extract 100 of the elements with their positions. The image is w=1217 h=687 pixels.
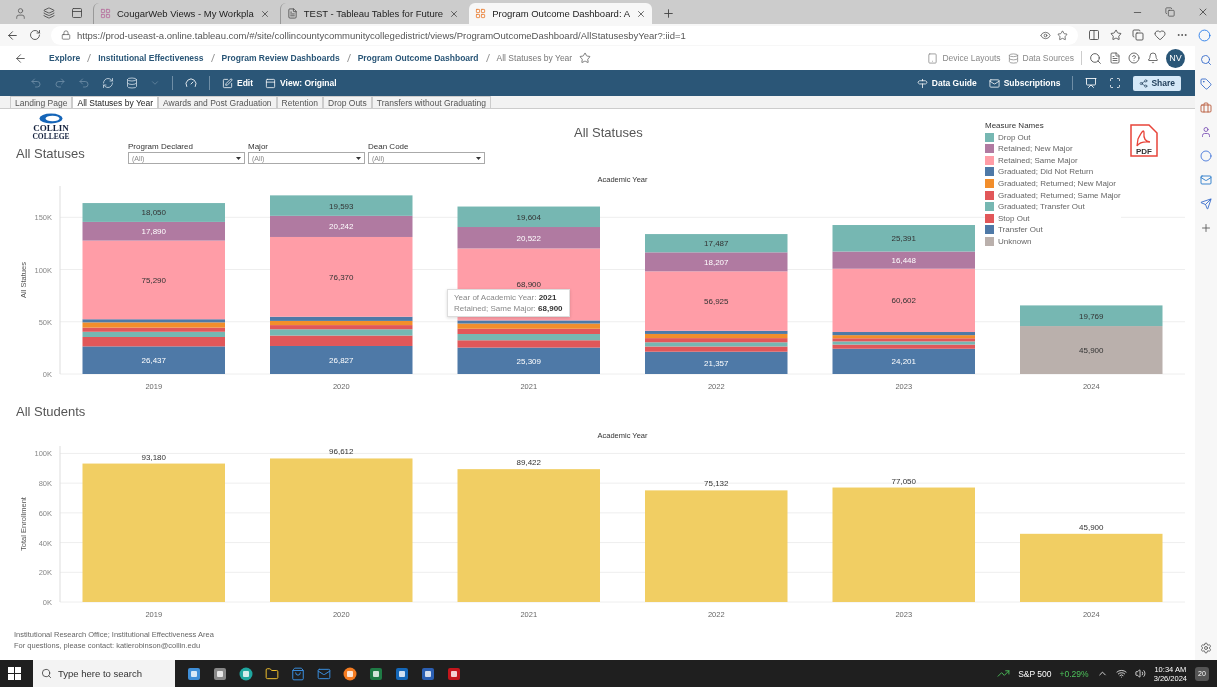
- briefcase-icon[interactable]: [1200, 102, 1212, 114]
- add-icon[interactable]: [1200, 222, 1212, 234]
- bar[interactable]: [82, 331, 225, 337]
- legend-label[interactable]: Unknown: [998, 236, 1032, 246]
- breadcrumb-link[interactable]: Explore: [49, 53, 81, 63]
- bar[interactable]: [270, 325, 413, 330]
- notes-icon[interactable]: [1109, 52, 1121, 64]
- volume-icon[interactable]: [1134, 668, 1146, 679]
- sheet-tab[interactable]: All Statuses by Year: [72, 96, 159, 108]
- bar[interactable]: [645, 338, 788, 343]
- profile-icon[interactable]: [14, 6, 27, 20]
- breadcrumb-link[interactable]: Program Outcome Dashboard: [357, 53, 479, 63]
- revert-icon[interactable]: [78, 77, 90, 89]
- bar[interactable]: [645, 234, 788, 253]
- close-icon[interactable]: [1197, 6, 1209, 18]
- bar[interactable]: [457, 206, 600, 227]
- header-action[interactable]: Data Sources: [1007, 52, 1074, 64]
- search-icon[interactable]: [1200, 54, 1212, 66]
- sheet-tab[interactable]: Drop Outs: [323, 96, 372, 108]
- share-button[interactable]: Share: [1133, 75, 1181, 91]
- legend-label[interactable]: Graduated; Transfer Out: [998, 202, 1085, 212]
- bar[interactable]: [645, 252, 788, 272]
- bar[interactable]: [645, 333, 788, 339]
- mail-icon[interactable]: [317, 666, 331, 681]
- reload-icon[interactable]: [29, 29, 41, 41]
- back-icon[interactable]: [14, 51, 27, 65]
- sheet-tab[interactable]: Awards and Post Graduation: [158, 96, 277, 108]
- toolbar-button[interactable]: View: Original: [265, 77, 337, 89]
- close-icon[interactable]: [259, 8, 270, 19]
- toolbar-button[interactable]: Edit: [222, 77, 254, 89]
- send-icon[interactable]: [1200, 198, 1212, 210]
- sheet-tab[interactable]: Transfers without Graduating: [371, 96, 492, 108]
- person-icon[interactable]: [1200, 126, 1212, 138]
- network-icon[interactable]: [1115, 668, 1127, 679]
- bar[interactable]: [832, 338, 975, 342]
- legend-label[interactable]: Retained; New Major: [998, 144, 1073, 154]
- legend-label[interactable]: Stop Out: [998, 213, 1030, 223]
- bar[interactable]: [457, 323, 600, 329]
- gauge-icon[interactable]: [185, 77, 197, 89]
- bar[interactable]: [1020, 305, 1163, 327]
- collections-icon[interactable]: [1132, 29, 1144, 41]
- bar[interactable]: [270, 335, 413, 346]
- toolbar-button[interactable]: Data Guide: [916, 77, 977, 89]
- caret-icon[interactable]: [150, 78, 160, 88]
- legend-label[interactable]: Transfer Out: [998, 225, 1043, 235]
- split-screen-icon[interactable]: [1088, 29, 1100, 41]
- bar[interactable]: [832, 332, 975, 336]
- bar[interactable]: [270, 316, 413, 321]
- fullscreen-icon[interactable]: [1109, 77, 1122, 89]
- bar[interactable]: [270, 215, 413, 237]
- legend-label[interactable]: Graduated; Returned; New Major: [998, 178, 1116, 188]
- folder-icon[interactable]: [265, 666, 279, 681]
- redo-icon[interactable]: [54, 77, 66, 89]
- bar[interactable]: [270, 320, 413, 326]
- health-icon[interactable]: [1154, 29, 1166, 41]
- toolbar-button[interactable]: Subscriptions: [988, 77, 1061, 89]
- data-icon[interactable]: [126, 77, 138, 89]
- bell-icon[interactable]: [1147, 52, 1159, 64]
- taskbar-search-field[interactable]: Type here to search: [33, 660, 175, 687]
- close-icon[interactable]: [449, 8, 460, 19]
- bar[interactable]: [457, 227, 600, 249]
- address-field[interactable]: https://prod-useast-a.online.tableau.com/#/site/collincountycommunitycollegedistrict/views/ProgramOutcomeDashboard/AllStatusesbyYear?:iid=1: [51, 25, 1078, 45]
- bar[interactable]: [457, 347, 600, 374]
- favorites-icon[interactable]: [1110, 29, 1122, 41]
- sheet-tab[interactable]: Landing Page: [10, 96, 73, 108]
- bar[interactable]: [270, 346, 413, 374]
- browser-tab[interactable]: Program Outcome Dashboard: A: [469, 3, 652, 24]
- search-icon[interactable]: [1089, 51, 1102, 65]
- bar[interactable]: [82, 319, 225, 323]
- breadcrumb-link[interactable]: Program Review Dashboards: [221, 53, 340, 63]
- favorite-icon[interactable]: [579, 52, 592, 64]
- presentation-icon[interactable]: [1085, 77, 1098, 89]
- settings-icon[interactable]: [1200, 642, 1212, 654]
- back-icon[interactable]: [6, 28, 19, 42]
- header-action[interactable]: Device Layouts: [927, 52, 1001, 64]
- tab-actions-icon[interactable]: [71, 7, 83, 19]
- user-avatar[interactable]: NV: [1166, 48, 1185, 68]
- restore-icon[interactable]: [1165, 7, 1175, 17]
- new-tab-icon[interactable]: [662, 6, 675, 20]
- bar[interactable]: [832, 344, 975, 349]
- bar[interactable]: [645, 346, 788, 352]
- close-icon[interactable]: [636, 8, 646, 19]
- bar[interactable]: [457, 320, 600, 324]
- breadcrumb-link[interactable]: Institutional Effectiveness: [98, 53, 204, 63]
- bar[interactable]: [457, 328, 600, 334]
- legend-label[interactable]: Graduated; Returned; Same Major: [998, 190, 1121, 200]
- bar[interactable]: [645, 330, 788, 334]
- pdf-export-icon[interactable]: PDF: [1129, 124, 1159, 158]
- undo-icon[interactable]: [30, 77, 42, 89]
- bar[interactable]: [832, 348, 975, 374]
- tag-icon[interactable]: [1200, 78, 1212, 90]
- read-aloud-icon[interactable]: [1040, 29, 1051, 41]
- bar[interactable]: [457, 340, 600, 348]
- bar[interactable]: [82, 203, 225, 222]
- refresh-icon[interactable]: [102, 77, 114, 89]
- bar[interactable]: [82, 327, 225, 332]
- favorite-icon[interactable]: [1057, 29, 1068, 41]
- legend-label[interactable]: Retained; Same Major: [998, 155, 1078, 165]
- legend-label[interactable]: Drop Out: [998, 132, 1031, 142]
- windows-start-icon[interactable]: [8, 667, 21, 680]
